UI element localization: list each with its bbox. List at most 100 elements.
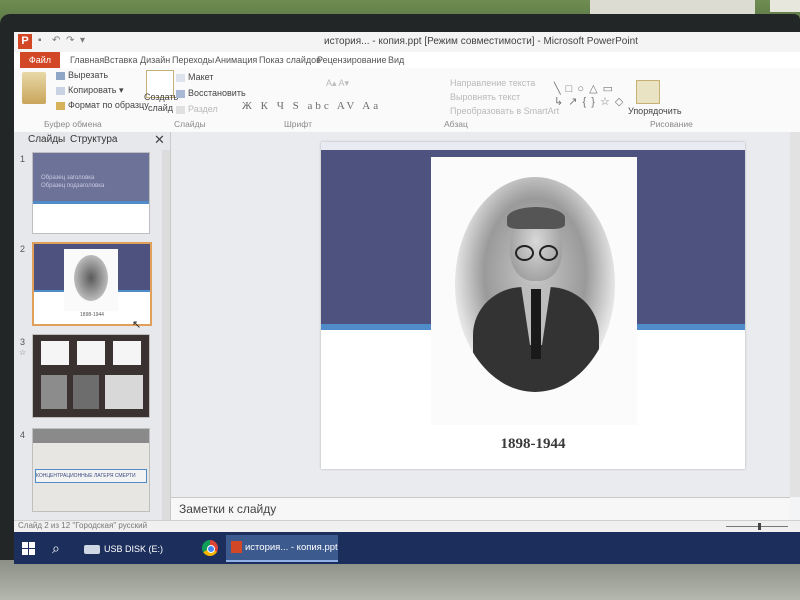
layout-icon (176, 73, 185, 82)
new-slide-label-2[interactable]: слайд (148, 103, 173, 113)
notes-placeholder[interactable]: Заметки к слайду (179, 502, 276, 516)
taskbar: ⌕ USB DISK (E:) история... - копия.ppt..… (14, 532, 800, 564)
desk-surface (0, 560, 800, 600)
window-title: история... - копия.ppt [Режим совместимо… (324, 36, 638, 47)
powerpoint-icon: P (18, 34, 32, 49)
windows-start-icon[interactable] (22, 542, 36, 556)
screen: P ▪ ↶ ↷ ▾ история... - копия.ppt [Режим … (14, 32, 800, 564)
thumb-title-text: Образец заголовка (41, 175, 95, 181)
text-direction-button[interactable]: Направление текста (450, 78, 535, 88)
slide-years-text[interactable]: 1898-1944 (321, 436, 745, 453)
align-text-button[interactable]: Выровнять текст (450, 92, 520, 102)
tab-insert[interactable]: Вставка (104, 55, 137, 65)
thumb-photo (64, 249, 118, 311)
arrange-button[interactable]: Упорядочить (628, 106, 682, 116)
tab-slideshow[interactable]: Показ слайдов (259, 55, 321, 65)
slide-thumbnail-4[interactable]: КОНЦЕНТРАЦИОННЫЕ ЛАГЕРЯ СМЕРТИ (32, 428, 150, 512)
ribbon-tabs: Файл Главная Вставка Дизайн Переходы Ани… (14, 52, 800, 68)
tab-slides[interactable]: Слайды (28, 134, 65, 145)
ribbon: Вырезать Копировать ▾ Формат по образцу … (14, 68, 800, 133)
cut-button[interactable]: Вырезать (56, 70, 108, 80)
slide-top-bar (321, 142, 745, 150)
layout-button[interactable]: Макет (176, 72, 213, 82)
save-icon[interactable]: ▪ (38, 35, 42, 46)
slide-number: 2 (20, 244, 26, 254)
slide-thumbnail-1[interactable]: Образец заголовка Образец подзаголовка (32, 152, 150, 234)
format-painter-button[interactable]: Формат по образцу (56, 100, 149, 110)
zoom-knob[interactable] (758, 523, 761, 530)
pane-scrollbar[interactable] (162, 150, 170, 528)
tab-home[interactable]: Главная (70, 55, 104, 65)
group-label-drawing: Рисование (650, 119, 693, 129)
slide-thumbnail-2[interactable]: 1898-1944 (32, 242, 152, 326)
font-size-arrows[interactable]: A▴ A▾ (326, 78, 349, 89)
status-text: Слайд 2 из 12 "Городская" русский (18, 521, 148, 530)
thumb-photo (41, 375, 67, 409)
thumb-banner: КОНЦЕНТРАЦИОННЫЕ ЛАГЕРЯ СМЕРТИ (35, 469, 147, 483)
font-format-buttons[interactable]: Ж К Ч S abc AV Aa (242, 100, 381, 112)
reset-button[interactable]: Восстановить (176, 88, 246, 98)
group-label-paragraph: Абзац (444, 119, 468, 129)
usb-drive-icon (84, 545, 100, 555)
slide-number: 3 (20, 337, 26, 347)
notes-pane[interactable]: Заметки к слайду (171, 497, 790, 521)
star-icon: ☆ (19, 348, 27, 357)
search-icon[interactable]: ⌕ (52, 540, 60, 557)
copy-button[interactable]: Копировать ▾ (56, 85, 124, 96)
tab-transitions[interactable]: Переходы (172, 55, 214, 65)
tab-animation[interactable]: Анимация (215, 55, 257, 65)
brush-icon (56, 101, 65, 110)
thumb-photo (73, 375, 99, 409)
slide-thumbnail-3[interactable] (32, 334, 150, 418)
slide-number: 1 (20, 154, 26, 164)
thumb-photo (105, 375, 143, 409)
portrait-tie (531, 289, 541, 359)
group-label-font: Шрифт (284, 119, 312, 129)
mouse-cursor-icon: ↖ (132, 319, 142, 331)
tab-review[interactable]: Рецензирование (317, 55, 387, 65)
tab-view[interactable]: Вид (388, 55, 404, 65)
thumb-header (33, 429, 149, 443)
title-bar: P ▪ ↶ ↷ ▾ история... - копия.ppt [Режим … (14, 32, 800, 53)
tab-design[interactable]: Дизайн (140, 55, 170, 65)
slides-pane: Слайды Структура ✕ 1 Образец заголовка О… (14, 132, 171, 528)
section-icon (176, 105, 185, 114)
taskbar-powerpoint[interactable]: история... - копия.ppt... (226, 535, 338, 562)
taskbar-usb-disk[interactable]: USB DISK (E:) (82, 538, 192, 560)
slide-editor: 1898-1944 (171, 132, 800, 497)
chrome-icon[interactable] (202, 540, 218, 556)
powerpoint-icon (231, 541, 242, 554)
arrange-icon[interactable] (636, 80, 660, 104)
paste-icon[interactable] (22, 72, 46, 104)
shapes-gallery-icon[interactable]: ╲ □ ○ △ ▭ ↳ ↗ { } ☆ ◇ (554, 82, 624, 108)
portrait-photo[interactable] (431, 157, 637, 425)
reset-icon (176, 89, 185, 98)
slide-canvas[interactable]: 1898-1944 (321, 142, 745, 469)
pane-tabs: Слайды Структура ✕ (14, 132, 170, 148)
copy-icon (56, 86, 65, 95)
new-slide-label[interactable]: Создать (144, 92, 178, 102)
scissors-icon (56, 71, 65, 80)
thumb-photo (113, 341, 141, 365)
thumb-photo (77, 341, 105, 365)
undo-icon[interactable]: ↶ (52, 35, 60, 46)
glasses-left-icon (515, 245, 534, 261)
editor-scrollbar[interactable] (790, 132, 800, 497)
group-label-slides: Слайды (174, 119, 206, 129)
redo-icon[interactable]: ↷ (66, 35, 74, 46)
section-button[interactable]: Раздел (176, 104, 218, 114)
zoom-slider[interactable] (726, 523, 788, 530)
slide-number: 4 (20, 430, 26, 440)
glasses-right-icon (539, 245, 558, 261)
customize-qat-icon[interactable]: ▾ (80, 35, 85, 46)
tab-outline[interactable]: Структура (70, 134, 117, 145)
thumb-portrait (74, 255, 108, 301)
smartart-button[interactable]: Преобразовать в SmartArt (450, 106, 559, 116)
thumb-subtitle-text: Образец подзаголовка (41, 183, 105, 189)
thumb-photo (41, 341, 69, 365)
paper-sheet (770, 0, 800, 12)
close-icon[interactable]: ✕ (154, 132, 165, 148)
thumb-strip (33, 201, 149, 204)
tab-file[interactable]: Файл (20, 52, 60, 68)
portrait-vignette (455, 177, 615, 392)
